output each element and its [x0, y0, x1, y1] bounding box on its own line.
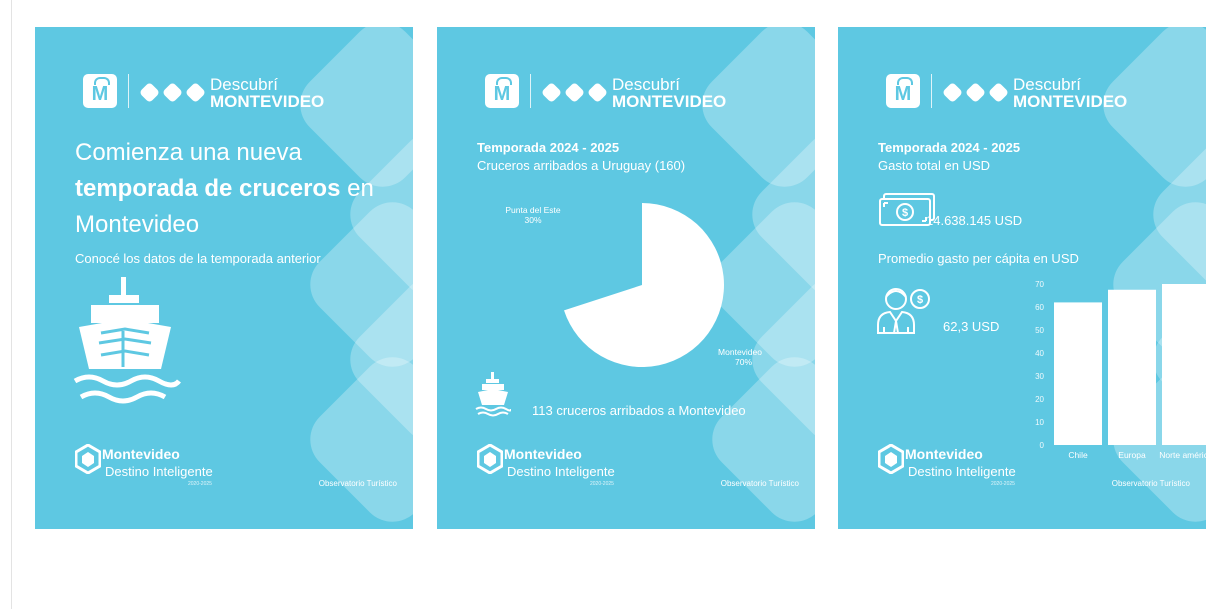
- pie-value-label: 70%: [735, 357, 752, 367]
- observatory-label: Observatorio Turístico: [318, 479, 397, 488]
- cruise-ship-icon: [73, 277, 181, 404]
- bar-norte-américa: [1162, 284, 1206, 445]
- pie-value-label: 30%: [524, 215, 541, 225]
- observatory-label: Observatorio Turístico: [720, 479, 799, 488]
- observatory-label: Observatorio Turístico: [1111, 479, 1190, 488]
- y-tick-label: 10: [1035, 418, 1044, 427]
- subtitle: Conocé los datos de la temporada anterio…: [75, 251, 321, 266]
- spending-card: M Descubrí MONTEVIDEO Temporada 2024 - 2…: [838, 27, 1206, 529]
- montevideo-logo: Montevideo Destino Inteligente 2020-2025: [75, 440, 275, 500]
- pie-slice-montevideo: [564, 203, 724, 367]
- hexagon-logo-icon: [878, 444, 904, 474]
- y-tick-label: 70: [1035, 280, 1044, 289]
- m-logo-icon: M: [83, 74, 117, 108]
- brand-name-line2: MONTEVIDEO: [210, 92, 325, 111]
- arrivals-summary: 113 cruceros arribados a Montevideo: [532, 403, 746, 418]
- intro-card: M Descubrí MONTEVIDEO Comienza una nueva…: [35, 27, 413, 529]
- hexagon-logo-icon: [75, 444, 101, 474]
- bar-chile: [1054, 302, 1102, 445]
- montevideo-logo: Montevideo Destino Inteligente 2020-2025: [878, 440, 1078, 500]
- y-tick-label: 20: [1035, 395, 1044, 404]
- cruise-ship-icon: [475, 372, 511, 417]
- y-tick-label: 30: [1035, 372, 1044, 381]
- pie-label: Montevideo: [718, 347, 762, 357]
- logo-divider: [128, 74, 129, 108]
- y-tick-label: 60: [1035, 303, 1044, 312]
- x-tick-label: Europa: [1118, 450, 1146, 460]
- pie-label: Punta del Este: [505, 205, 561, 215]
- page-left-border: [11, 0, 12, 609]
- y-tick-label: 40: [1035, 349, 1044, 358]
- y-tick-label: 50: [1035, 326, 1044, 335]
- diamonds-logo-icon: [140, 83, 205, 102]
- x-tick-label: Norte américa: [1159, 450, 1206, 460]
- bar-europa: [1108, 289, 1156, 445]
- headline: Comienza una nueva temporada de cruceros…: [75, 139, 374, 238]
- hexagon-logo-icon: [477, 444, 503, 474]
- montevideo-logo: Montevideo Destino Inteligente 2020-2025: [477, 440, 677, 500]
- arrivals-card: M Descubrí MONTEVIDEO Temporada 2024 - 2…: [437, 27, 815, 529]
